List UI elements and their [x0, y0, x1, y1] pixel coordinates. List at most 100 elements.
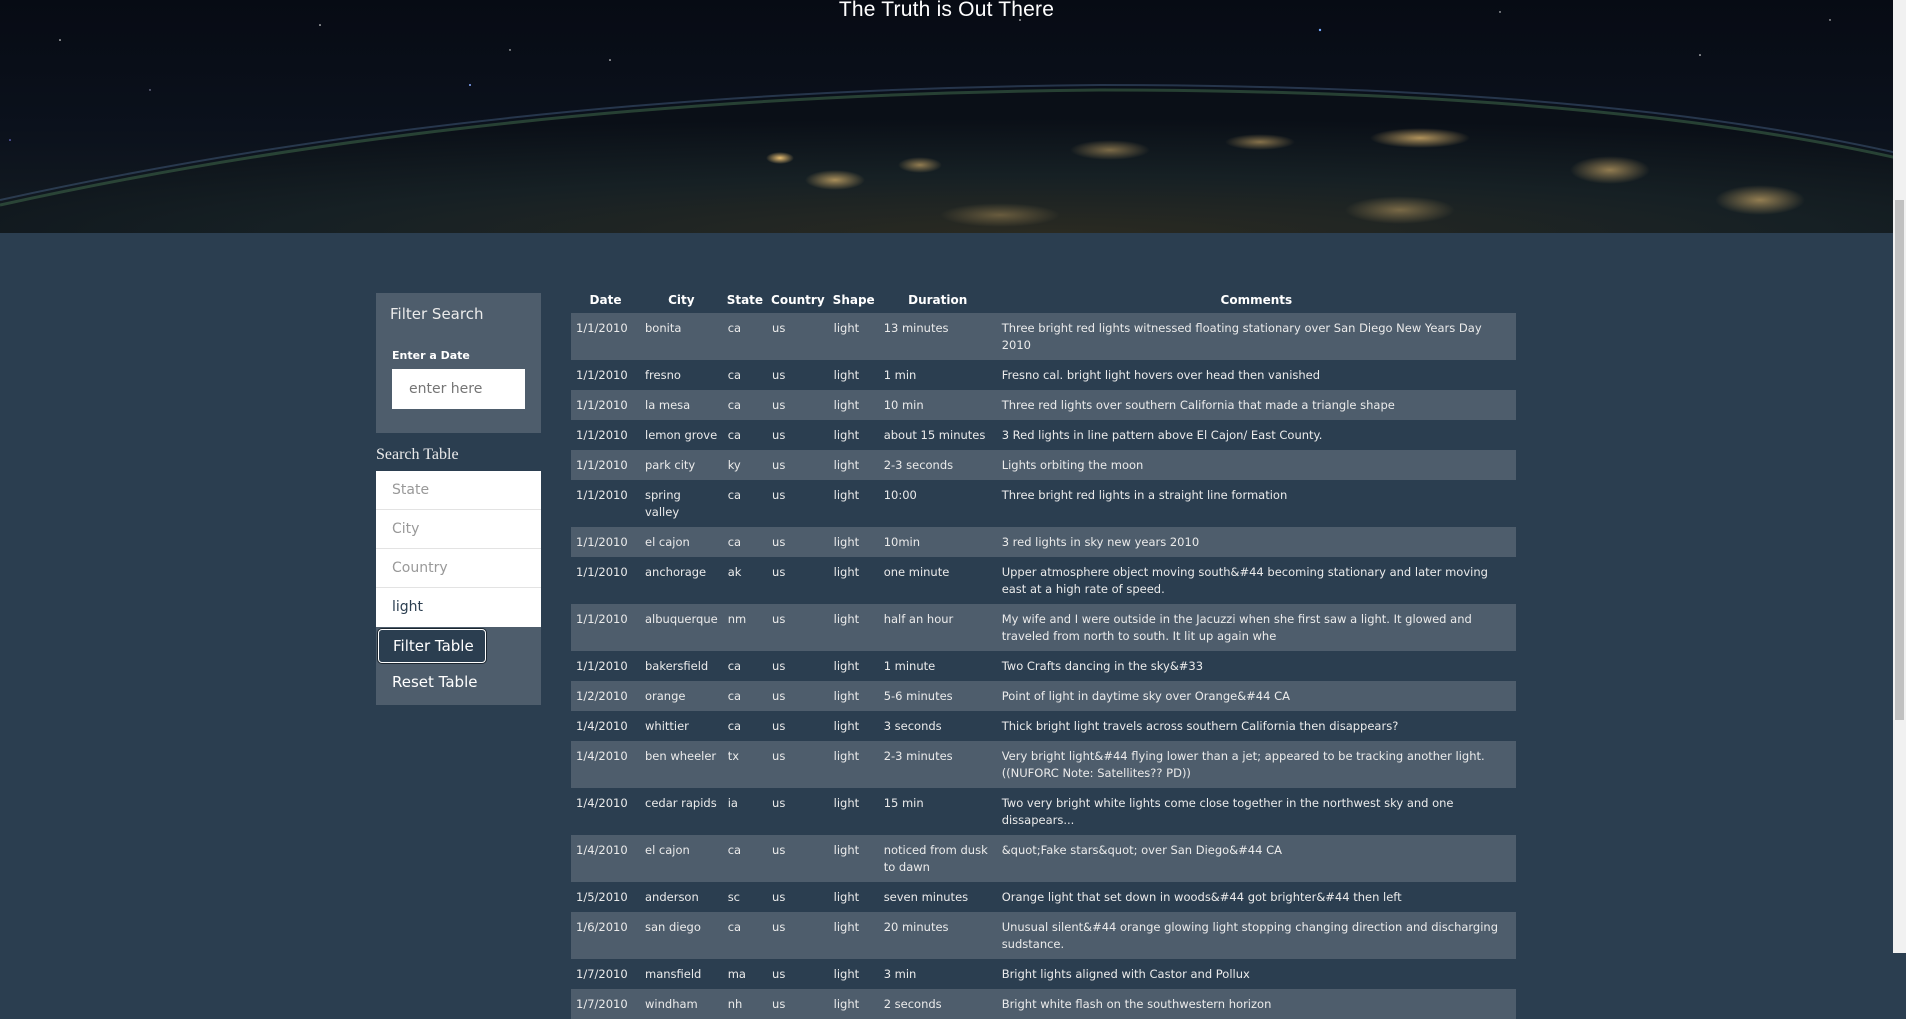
cell-city: bonita	[645, 321, 682, 335]
earth-night-image	[0, 11, 1906, 233]
column-header-comments: Comments	[1220, 293, 1293, 307]
cell-comments: Unusual silent&#44 orange glowing light …	[1001, 920, 1499, 951]
cell-date: 1/1/2010	[576, 368, 628, 382]
cell-shape: light	[833, 890, 860, 904]
cell-comments: 3 red lights in sky new years 2010	[1001, 535, 1200, 549]
cell-city: ben wheeler	[645, 749, 717, 763]
cell-state: tx	[727, 749, 740, 763]
table-body: 1/1/2010 bonita ca us light 13 minutes Three b…	[571, 313, 1516, 1019]
cell-state: nh	[727, 997, 743, 1011]
cell-duration: half an hour	[883, 612, 954, 626]
cell-comments: &quot;Fake stars&quot; over San Diego&#4…	[1001, 843, 1282, 857]
cell-comments: Orange light that set down in woods&#44 …	[1001, 890, 1402, 904]
reset-table-button[interactable]: Reset Table	[376, 663, 541, 701]
cell-state: ma	[727, 967, 746, 981]
cell-shape: light	[833, 398, 860, 412]
cell-duration: 1 min	[883, 368, 917, 382]
cell-duration: 13 minutes	[883, 321, 949, 335]
cell-shape: light	[833, 535, 860, 549]
cell-shape: light	[833, 689, 860, 703]
cell-state: ca	[727, 398, 742, 412]
cell-country: us	[772, 321, 786, 335]
cell-state: ca	[727, 368, 742, 382]
cell-country: us	[772, 398, 786, 412]
table-header-row: Date City State Country Shape Duration Comment…	[571, 287, 1516, 313]
page-title: The Truth is Out There	[838, 0, 1055, 21]
table-row: 1/1/2010 albuquerque nm us light half an hour…	[571, 604, 1516, 651]
cell-city: park city	[645, 458, 696, 472]
cell-date: 1/7/2010	[576, 997, 628, 1011]
table-row: 1/1/2010 la mesa ca us light 10 min Three red …	[571, 390, 1516, 420]
column-header-date: Date	[589, 293, 622, 307]
cell-shape: light	[833, 796, 860, 810]
cell-country: us	[772, 997, 786, 1011]
cell-city: fresno	[645, 368, 681, 382]
cell-duration: 10:00	[883, 488, 917, 502]
cell-country: us	[772, 535, 786, 549]
search-fields: State City Country light	[376, 471, 541, 627]
cell-state: ia	[727, 796, 738, 810]
cell-city: anchorage	[645, 565, 707, 579]
table-row: 1/7/2010 windham nh us light 2 seconds Bright …	[571, 989, 1516, 1019]
scrollbar-thumb[interactable]	[1895, 200, 1904, 720]
table-row: 1/1/2010 park city ky us light 2-3 seconds Lig…	[571, 450, 1516, 480]
state-input[interactable]: State	[376, 471, 541, 510]
cell-shape: light	[833, 719, 860, 733]
column-header-duration: Duration	[908, 293, 968, 307]
cell-country: us	[772, 796, 786, 810]
search-table-heading: Search Table	[376, 446, 459, 463]
cell-state: ky	[727, 458, 741, 472]
cell-country: us	[772, 428, 786, 442]
cell-duration: 1 minute	[883, 659, 936, 673]
cell-comments: Very bright light&#44 flying lower than …	[1001, 749, 1485, 780]
city-input[interactable]: City	[376, 510, 541, 549]
date-input[interactable]	[392, 369, 525, 409]
cell-date: 1/1/2010	[576, 659, 628, 673]
cell-country: us	[772, 719, 786, 733]
cell-country: us	[772, 659, 786, 673]
filter-table-button[interactable]: Filter Table	[378, 629, 486, 663]
cell-date: 1/1/2010	[576, 612, 628, 626]
cell-duration: 2-3 minutes	[883, 749, 953, 763]
table-row: 1/1/2010 bakersfield ca us light 1 minute Two …	[571, 651, 1516, 681]
cell-state: ca	[727, 428, 742, 442]
cell-comments: 3 Red lights in line pattern above El Ca…	[1001, 428, 1323, 442]
cell-date: 1/1/2010	[576, 488, 628, 502]
table-row: 1/4/2010 el cajon ca us light noticed from du…	[571, 835, 1516, 882]
cell-shape: light	[833, 749, 860, 763]
cell-date: 1/4/2010	[576, 796, 628, 810]
cell-comments: Two Crafts dancing in the sky&#33	[1001, 659, 1204, 673]
table-row: 1/1/2010 el cajon ca us light 10min 3 red ligh…	[571, 527, 1516, 557]
cell-city: windham	[645, 997, 698, 1011]
cell-country: us	[772, 967, 786, 981]
table-row: 1/1/2010 fresno ca us light 1 min Fresno cal. …	[571, 360, 1516, 390]
cell-shape: light	[833, 368, 860, 382]
action-buttons: Filter Table Reset Table	[376, 627, 541, 705]
column-header-city: City	[668, 293, 695, 307]
cell-shape: light	[833, 659, 860, 673]
cell-date: 1/4/2010	[576, 843, 628, 857]
cell-duration: one minute	[883, 565, 950, 579]
country-input[interactable]: Country	[376, 549, 541, 588]
cell-country: us	[772, 920, 786, 934]
cell-shape: light	[833, 565, 860, 579]
cell-date: 1/5/2010	[576, 890, 628, 904]
cell-comments: My wife and I were outside in the Jacuzz…	[1001, 612, 1472, 643]
cell-date: 1/6/2010	[576, 920, 628, 934]
cell-comments: Three bright red lights witnessed floati…	[1001, 321, 1482, 352]
table-row: 1/1/2010 spring valley ca us light 10:00 Three…	[571, 480, 1516, 527]
cell-shape: light	[833, 458, 860, 472]
cell-comments: Two very bright white lights come close …	[1001, 796, 1454, 827]
cell-state: ca	[727, 535, 742, 549]
page-scrollbar[interactable]	[1893, 0, 1906, 953]
cell-date: 1/7/2010	[576, 967, 628, 981]
date-label: Enter a Date	[392, 349, 470, 362]
column-header-shape: Shape	[832, 293, 875, 307]
cell-state: ca	[727, 689, 742, 703]
cell-city: san diego	[645, 920, 701, 934]
table-row: 1/1/2010 anchorage ak us light one minute Uppe…	[571, 557, 1516, 604]
cell-shape: light	[833, 920, 860, 934]
shape-input[interactable]: light	[376, 588, 541, 627]
cell-shape: light	[833, 997, 860, 1011]
cell-shape: light	[833, 967, 860, 981]
